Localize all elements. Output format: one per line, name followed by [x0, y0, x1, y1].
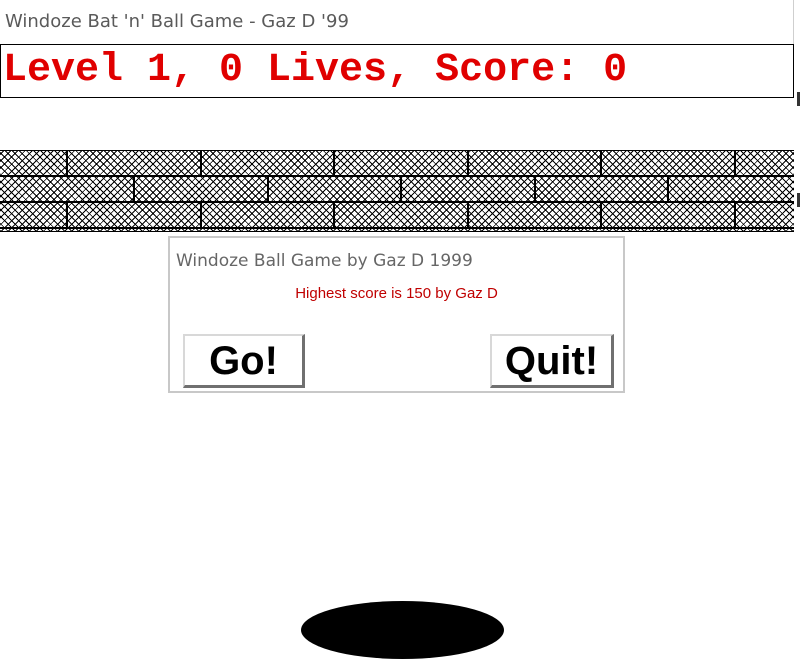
window-title: Windoze Bat 'n' Ball Game - Gaz D '99	[5, 11, 349, 32]
status-text: Level 1, 0 Lives, Score: 0	[3, 48, 628, 93]
brick-divider	[667, 177, 669, 201]
brick-divider	[133, 177, 135, 201]
brick-divider	[200, 151, 202, 175]
bat-paddle[interactable]	[301, 601, 504, 659]
brick-divider	[467, 203, 469, 227]
go-button[interactable]: Go!	[183, 334, 305, 388]
brick-divider	[200, 203, 202, 227]
brick-row	[0, 203, 794, 229]
brick-divider	[600, 203, 602, 227]
brick-divider	[400, 177, 402, 201]
dialog-title: Windoze Ball Game by Gaz D 1999	[176, 251, 473, 271]
high-score-message: Highest score is 150 by Gaz D	[295, 285, 498, 302]
brick-divider	[333, 151, 335, 175]
status-bar: Level 1, 0 Lives, Score: 0	[0, 44, 794, 98]
brick-divider	[66, 151, 68, 175]
brick-divider	[734, 151, 736, 175]
brick-wall	[0, 150, 794, 232]
brick-divider	[333, 203, 335, 227]
brick-divider	[600, 151, 602, 175]
brick-row	[0, 177, 794, 203]
brick-divider	[467, 151, 469, 175]
quit-button[interactable]: Quit!	[490, 334, 614, 388]
brick-divider	[534, 177, 536, 201]
start-dialog: Windoze Ball Game by Gaz D 1999 Highest …	[168, 236, 625, 393]
brick-divider	[267, 177, 269, 201]
window-title-bar: Windoze Bat 'n' Ball Game - Gaz D '99	[0, 0, 794, 44]
brick-divider	[66, 203, 68, 227]
brick-divider	[734, 203, 736, 227]
brick-row	[0, 151, 794, 177]
